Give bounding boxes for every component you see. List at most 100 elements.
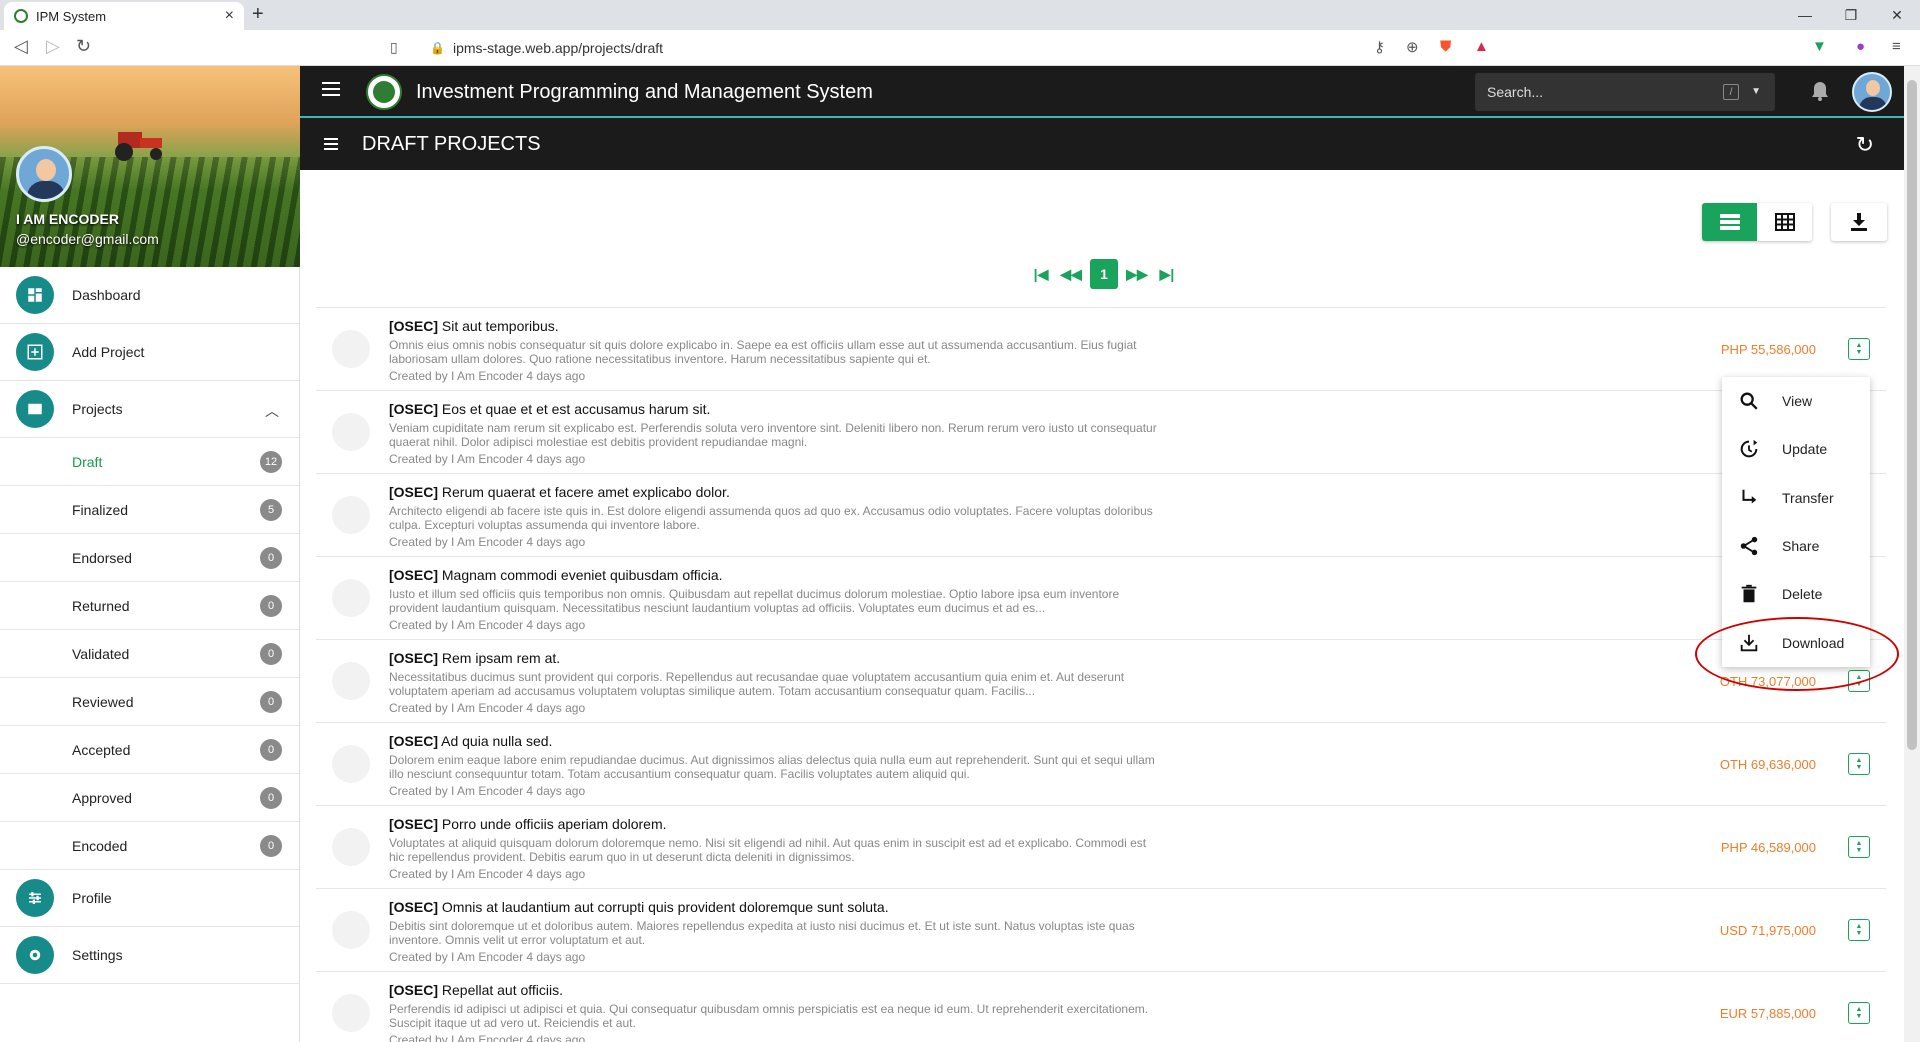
export-download-button[interactable] (1831, 203, 1887, 241)
hamburger-menu-icon[interactable] (322, 82, 340, 96)
sidebar-subitem-reviewed[interactable]: Reviewed 0 (0, 678, 299, 726)
count-badge: 0 (260, 595, 282, 617)
sidebar-subitem-label: Draft (72, 453, 103, 470)
sidebar-item-add-project[interactable]: Add Project (0, 324, 299, 381)
menu-item-transfer[interactable]: Transfer (1722, 474, 1870, 522)
sidebar-subitem-accepted[interactable]: Accepted 0 (0, 726, 299, 774)
first-page-icon[interactable]: |◀ (1026, 266, 1056, 283)
sidebar-item-profile[interactable]: Profile (0, 870, 299, 927)
menu-item-delete[interactable]: Delete (1722, 570, 1870, 618)
project-title-text: Repellat aut officiis. (441, 982, 564, 998)
project-description: Necessitatibus ducimus sunt provident qu… (389, 670, 1125, 698)
page-scrollbar[interactable] (1904, 66, 1920, 1042)
search-icon (1740, 392, 1758, 410)
agency-tag: [OSEC] (389, 567, 438, 583)
agency-tag: [OSEC] (389, 982, 438, 998)
last-page-icon[interactable]: ▶| (1152, 266, 1182, 283)
sidebar-item-projects[interactable]: Projects ︿ (0, 381, 299, 438)
prev-page-icon[interactable]: ◀◀ (1056, 266, 1086, 283)
back-icon[interactable]: ◁ (14, 36, 28, 57)
extension-icon[interactable]: ⊕ (1406, 38, 1419, 56)
pagination: |◀ ◀◀ 1 ▶▶ ▶| (1026, 259, 1182, 289)
browser-menu-icon[interactable]: ≡ (1892, 38, 1901, 55)
scrollbar-thumb[interactable] (1907, 80, 1917, 750)
menu-item-view[interactable]: View (1722, 377, 1870, 425)
sidebar-subitem-endorsed[interactable]: Endorsed 0 (0, 534, 299, 582)
count-badge: 0 (260, 691, 282, 713)
close-window-icon[interactable]: ✕ (1874, 0, 1920, 30)
project-amount: OTH 69,636,000 (1719, 757, 1816, 772)
chevron-down-icon[interactable]: ▼ (1751, 86, 1761, 97)
user-avatar[interactable] (16, 146, 72, 202)
share-icon (1740, 536, 1758, 556)
browser-tab[interactable]: IPM System × (4, 2, 244, 30)
sidebar-subitem-validated[interactable]: Validated 0 (0, 630, 299, 678)
sidebar-item-dashboard[interactable]: Dashboard (0, 267, 299, 324)
current-page-button[interactable]: 1 (1090, 259, 1118, 289)
reload-icon[interactable]: ↻ (76, 36, 91, 57)
project-meta: Created by I Am Encoder 4 days ago (389, 535, 586, 549)
expand-toggle-icon[interactable]: ▲ ▼ (1848, 753, 1870, 775)
sidebar-item-settings[interactable]: Settings (0, 927, 299, 984)
project-title[interactable]: [OSEC] Ad quia nulla sed. (389, 733, 552, 749)
project-list: [OSEC] Sit aut temporibus. Omnis eius om… (316, 307, 1886, 1042)
project-row[interactable]: [OSEC] Rem ipsam rem at. Necessitatibus … (316, 640, 1886, 723)
sidebar-subitem-label: Finalized (72, 501, 129, 518)
forward-icon[interactable]: ▷ (46, 36, 60, 57)
project-title-text: Sit aut temporibus. (441, 318, 559, 334)
close-tab-icon[interactable]: × (225, 7, 234, 25)
project-row[interactable]: [OSEC] Ad quia nulla sed. Dolorem enim e… (316, 723, 1886, 806)
profile-browser-icon[interactable]: ● (1856, 38, 1865, 55)
add-icon (16, 333, 54, 371)
header-avatar[interactable] (1852, 72, 1892, 112)
project-title[interactable]: [OSEC] Omnis at laudantium aut corrupti … (389, 899, 889, 915)
new-tab-icon[interactable]: + (252, 3, 264, 26)
bookmark-icon[interactable]: ▯ (390, 39, 398, 56)
key-icon[interactable]: ⚷ (1374, 38, 1385, 56)
sidebar-subitem-draft[interactable]: Draft 12 (0, 438, 299, 486)
project-row[interactable]: [OSEC] Repellat aut officiis. Perferendi… (316, 972, 1886, 1042)
expand-toggle-icon[interactable]: ▲ ▼ (1848, 1002, 1870, 1024)
project-row[interactable]: [OSEC] Eos et quae et et est accusamus h… (316, 391, 1886, 474)
chevron-up-icon[interactable]: ︿ (265, 401, 279, 421)
project-row[interactable]: [OSEC] Sit aut temporibus. Omnis eius om… (316, 308, 1886, 391)
expand-toggle-icon[interactable]: ▲ ▼ (1848, 836, 1870, 858)
menu-item-update[interactable]: Update (1722, 425, 1870, 473)
project-title[interactable]: [OSEC] Magnam commodi eveniet quibusdam … (389, 567, 723, 583)
project-row[interactable]: [OSEC] Rerum quaerat et facere amet expl… (316, 474, 1886, 557)
sidebar-item-label: Add Project (72, 344, 145, 360)
project-row[interactable]: [OSEC] Omnis at laudantium aut corrupti … (316, 889, 1886, 972)
project-title[interactable]: [OSEC] Rem ipsam rem at. (389, 650, 560, 666)
expand-toggle-icon[interactable]: ▲ ▼ (1848, 919, 1870, 941)
project-row[interactable]: [OSEC] Porro unde officiis aperiam dolor… (316, 806, 1886, 889)
list-view-button[interactable] (1702, 203, 1757, 241)
project-meta: Created by I Am Encoder 4 days ago (389, 784, 586, 798)
next-page-icon[interactable]: ▶▶ (1122, 266, 1152, 283)
grid-view-button[interactable] (1757, 203, 1812, 241)
search-placeholder: Search... (1487, 84, 1544, 100)
menu-item-share[interactable]: Share (1722, 522, 1870, 570)
bell-icon[interactable] (1810, 80, 1830, 102)
expand-toggle-icon[interactable]: ▲ ▼ (1848, 338, 1870, 360)
sidebar-subitem-approved[interactable]: Approved 0 (0, 774, 299, 822)
search-input[interactable]: Search... / ▼ (1475, 73, 1775, 111)
list-icon[interactable] (324, 138, 338, 150)
project-title[interactable]: [OSEC] Sit aut temporibus. (389, 318, 559, 334)
minimize-icon[interactable]: — (1782, 0, 1828, 30)
project-thumbnail (332, 413, 370, 451)
menu-item-label: View (1782, 393, 1813, 410)
sidebar-subitem-finalized[interactable]: Finalized 5 (0, 486, 299, 534)
project-row[interactable]: [OSEC] Magnam commodi eveniet quibusdam … (316, 557, 1886, 640)
vpn-extension-icon[interactable]: ▼ (1812, 38, 1827, 55)
sidebar-subitem-encoded[interactable]: Encoded 0 (0, 822, 299, 870)
project-title[interactable]: [OSEC] Rerum quaerat et facere amet expl… (389, 484, 730, 500)
rewards-icon[interactable]: ▲ (1474, 38, 1489, 55)
project-description: Voluptates at aliquid quisquam dolorum d… (389, 836, 1147, 864)
project-title[interactable]: [OSEC] Eos et quae et et est accusamus h… (389, 401, 710, 417)
restore-icon[interactable]: ❐ (1828, 0, 1874, 30)
refresh-icon[interactable]: ↻ (1856, 132, 1874, 158)
brave-shield-icon[interactable]: ⛊ (1440, 38, 1451, 55)
sidebar-subitem-returned[interactable]: Returned 0 (0, 582, 299, 630)
project-title[interactable]: [OSEC] Porro unde officiis aperiam dolor… (389, 816, 667, 832)
project-title[interactable]: [OSEC] Repellat aut officiis. (389, 982, 563, 998)
